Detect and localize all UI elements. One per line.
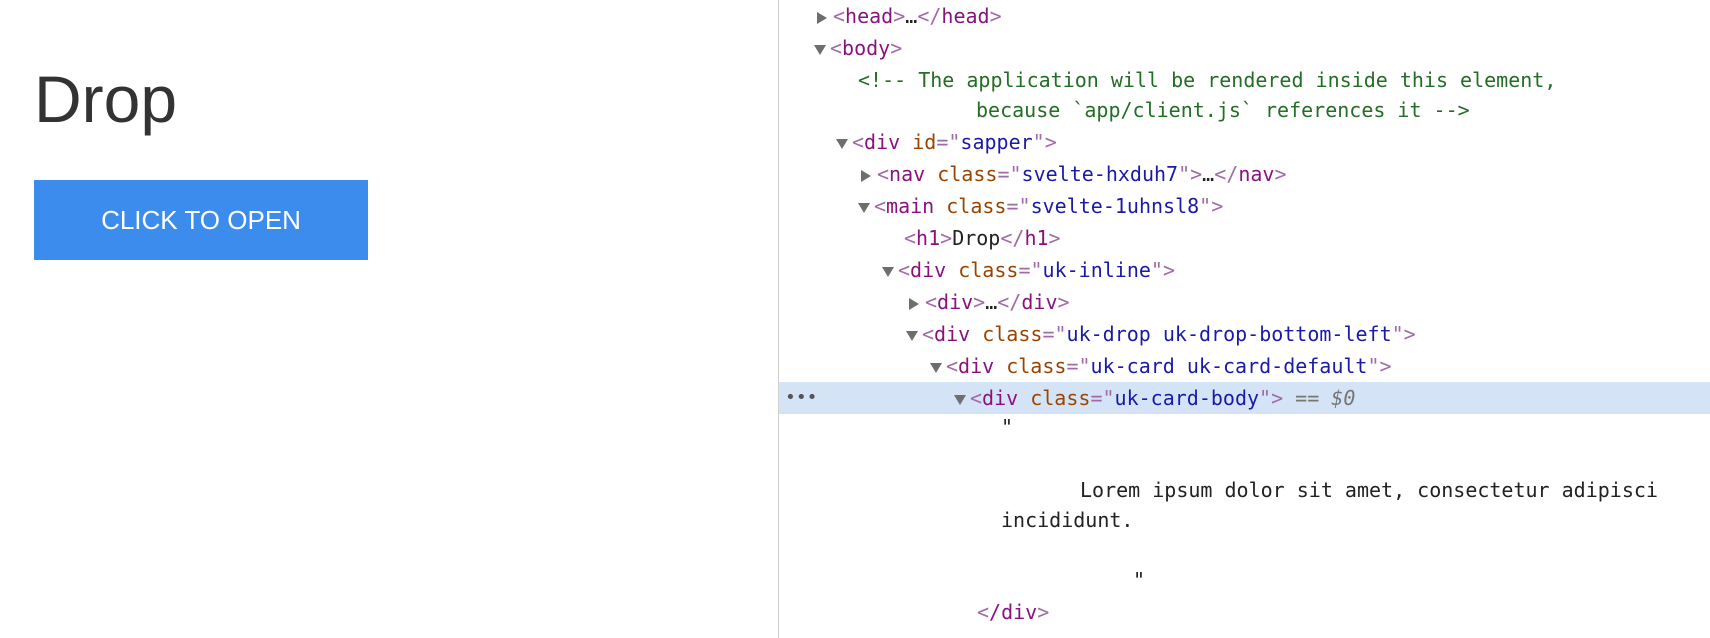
attr-name: class — [937, 162, 998, 186]
attr-value: sapper — [960, 130, 1033, 154]
dom-comment-continuation[interactable]: because `app/client.js` references it --… — [779, 94, 1710, 126]
expand-triangle-icon[interactable] — [817, 11, 827, 24]
tag-name: div — [934, 322, 971, 346]
attr-value: uk-card uk-card-default — [1090, 354, 1368, 378]
attr-value: uk-drop uk-drop-bottom-left — [1066, 322, 1392, 346]
more-options-dots-icon[interactable]: ••• — [785, 382, 818, 414]
collapse-triangle-icon[interactable] — [836, 138, 848, 149]
collapsed-ellipsis: … — [1202, 162, 1215, 186]
tag-name: div — [1021, 290, 1058, 314]
collapsed-ellipsis: … — [905, 4, 918, 28]
selected-node-marker: == $0 — [1295, 386, 1356, 410]
tag-name: h1 — [1024, 226, 1049, 250]
attr-name: class — [1030, 386, 1091, 410]
dom-node-main[interactable]: <main class="svelte-1uhnsl8"> — [779, 190, 1710, 222]
tag-name: nav — [889, 162, 926, 186]
tag-name: h1 — [916, 226, 941, 250]
page-preview: Drop CLICK TO OPEN — [0, 0, 778, 638]
attr-value: uk-card-body — [1114, 386, 1260, 410]
tag-name: div — [958, 354, 995, 378]
dom-node-close-div[interactable]: </div> — [779, 596, 1710, 628]
node-text: incididunt. — [1001, 508, 1134, 532]
tag-name: nav — [1238, 162, 1275, 186]
collapsed-ellipsis: … — [985, 290, 998, 314]
collapse-triangle-icon[interactable] — [882, 266, 894, 277]
collapse-triangle-icon[interactable] — [954, 394, 966, 405]
tag-name: body — [842, 36, 891, 60]
collapse-triangle-icon[interactable] — [858, 202, 870, 213]
node-text: Lorem ipsum dolor sit amet, consectetur … — [1080, 478, 1658, 502]
dom-node-div-sapper[interactable]: <div id="sapper"> — [779, 126, 1710, 158]
dom-node-body[interactable]: <body> — [779, 32, 1710, 64]
tag-name: /div — [989, 600, 1038, 624]
comment-text: because `app/client.js` references it --… — [976, 98, 1470, 122]
dom-text-node-lorem[interactable]: Lorem ipsum dolor sit amet, consectetur … — [779, 474, 1710, 506]
tag-name: div — [982, 386, 1019, 410]
comment-text: <!-- The application will be rendered in… — [858, 68, 1557, 92]
devtools-elements-panel: <head>…</head> <body> <!-- The applicati… — [779, 0, 1710, 638]
dom-comment[interactable]: <!-- The application will be rendered in… — [779, 64, 1710, 96]
attr-name: class — [1006, 354, 1067, 378]
tag-name: div — [937, 290, 974, 314]
collapse-triangle-icon[interactable] — [906, 330, 918, 341]
tag-name: main — [886, 194, 935, 218]
attr-value: uk-inline — [1042, 258, 1151, 282]
collapse-triangle-icon[interactable] — [930, 362, 942, 373]
dom-node-div-uk-drop[interactable]: <div class="uk-drop uk-drop-bottom-left"… — [779, 318, 1710, 350]
dom-text-node-lorem-continuation[interactable]: incididunt. — [779, 504, 1710, 536]
tag-name: head — [845, 4, 894, 28]
dom-text-node-quote-close[interactable]: " — [779, 564, 1710, 596]
dom-node-h1[interactable]: <h1>Drop</h1> — [779, 222, 1710, 254]
attr-name: class — [982, 322, 1043, 346]
attr-name: class — [946, 194, 1007, 218]
dom-node-nav[interactable]: <nav class="svelte-hxduh7">…</nav> — [779, 158, 1710, 190]
dom-node-div-uk-inline[interactable]: <div class="uk-inline"> — [779, 254, 1710, 286]
tag-name: div — [910, 258, 947, 282]
collapse-triangle-icon[interactable] — [814, 44, 826, 55]
dom-node-div-uk-card[interactable]: <div class="uk-card uk-card-default"> — [779, 350, 1710, 382]
dom-node-div-collapsed[interactable]: <div>…</div> — [779, 286, 1710, 318]
node-text: " — [1133, 568, 1146, 592]
attr-value: svelte-hxduh7 — [1021, 162, 1179, 186]
expand-triangle-icon[interactable] — [861, 169, 871, 182]
click-to-open-button[interactable]: CLICK TO OPEN — [34, 180, 368, 260]
dom-node-div-uk-card-body-selected[interactable]: ••• <div class="uk-card-body"> == $0 — [779, 382, 1710, 414]
attr-name: id — [912, 130, 937, 154]
dom-text-node-quote-open[interactable]: " — [779, 411, 1710, 443]
expand-triangle-icon[interactable] — [909, 297, 919, 310]
tag-name: head — [941, 4, 990, 28]
tag-name: div — [864, 130, 901, 154]
node-text: Drop — [952, 226, 1001, 250]
dom-node-head[interactable]: <head>…</head> — [779, 0, 1710, 32]
attr-name: class — [958, 258, 1019, 282]
attr-value: svelte-1uhnsl8 — [1030, 194, 1200, 218]
node-text: " — [1001, 415, 1014, 439]
page-title: Drop — [34, 62, 178, 136]
